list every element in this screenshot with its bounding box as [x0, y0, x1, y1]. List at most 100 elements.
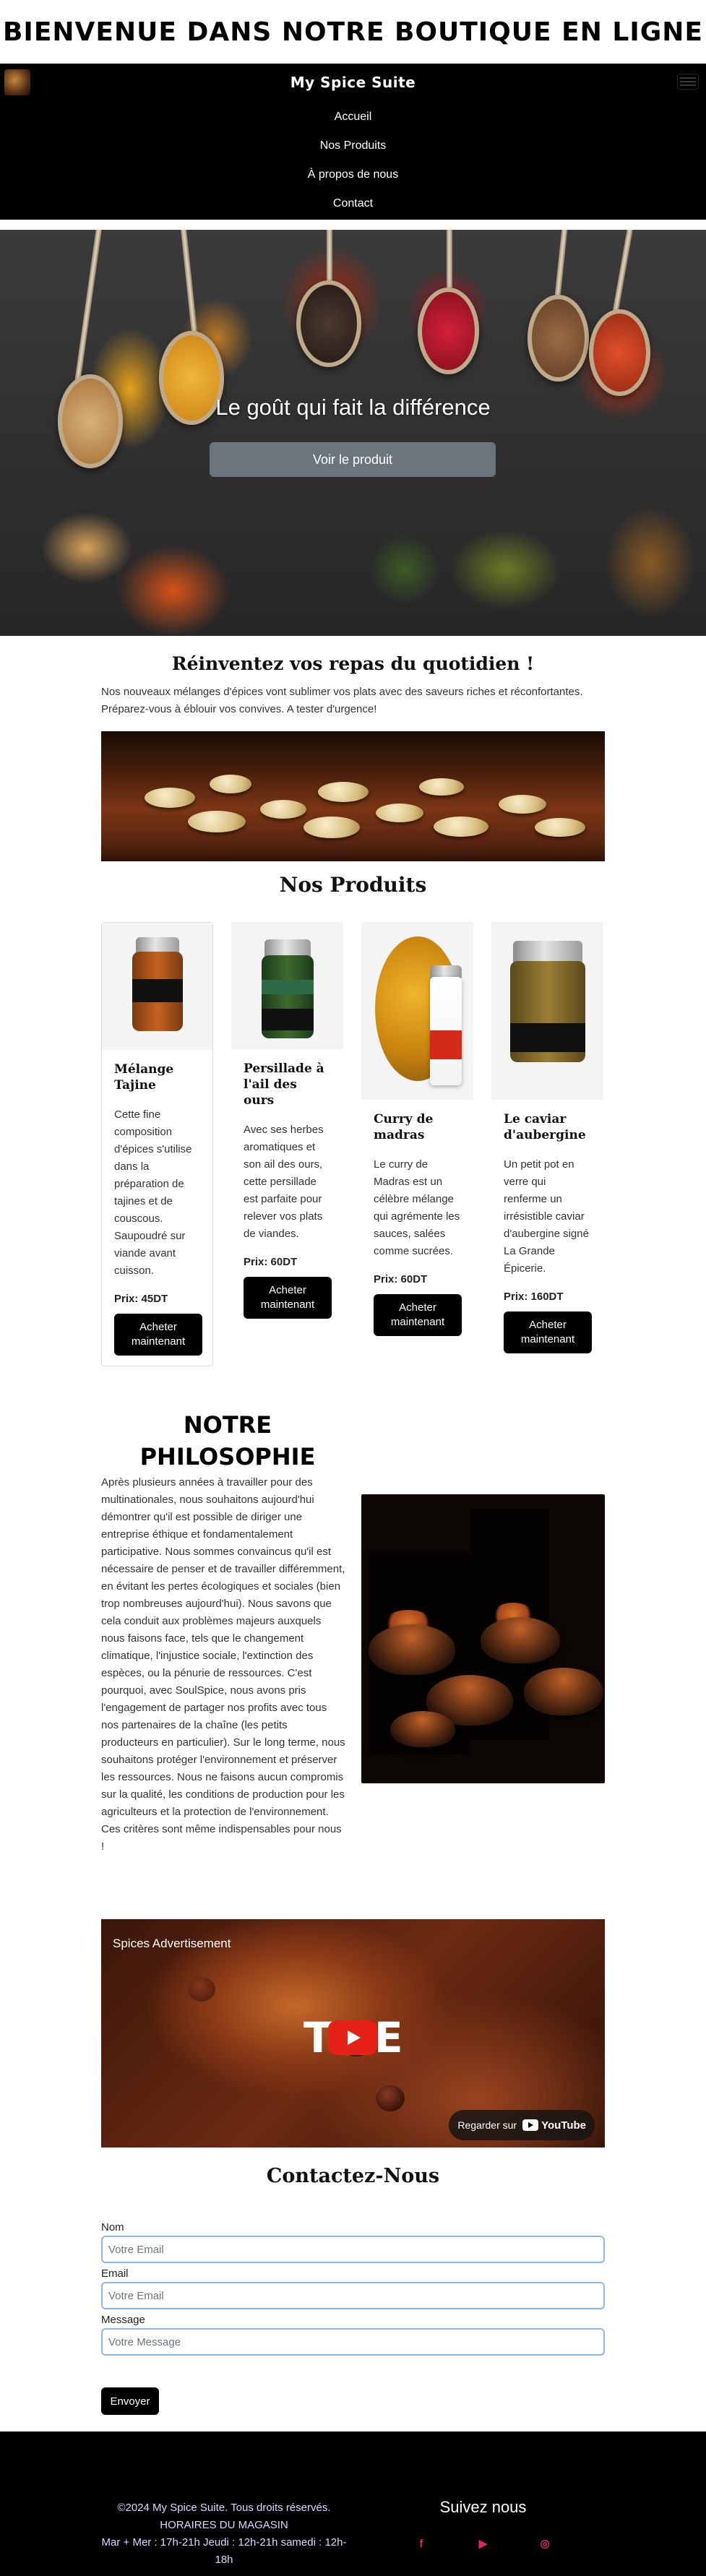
jar-label — [430, 1030, 462, 1059]
product-description: Un petit pot en verre qui renferme un ir… — [504, 1158, 589, 1275]
brand-name[interactable]: My Spice Suite — [0, 74, 706, 91]
buy-now-button[interactable]: Acheter maintenant — [244, 1277, 332, 1319]
name-field[interactable] — [101, 2236, 605, 2263]
play-icon[interactable] — [328, 2020, 377, 2055]
welcome-title: Bienvenue dans notre boutique en ligne — [2, 17, 703, 47]
spice-bowl — [390, 1711, 455, 1747]
navbar: My Spice Suite Accueil Nos Produits À pr… — [0, 64, 706, 220]
nut — [535, 818, 585, 837]
footer: ©2024 My Spice Suite. Tous droits réserv… — [0, 2431, 706, 2576]
product-title: Curry de madras — [374, 1112, 434, 1142]
nav-link-contact[interactable]: Contact — [333, 197, 373, 210]
youtube-wordmark: YouTube — [541, 2119, 586, 2132]
product-card-curry: Curry de madras Le curry de Madras est u… — [361, 922, 473, 1346]
nut — [145, 788, 195, 808]
store-hours-title: HORAIRES DU MAGASIN — [160, 2519, 288, 2531]
jar-label — [132, 979, 183, 1002]
instagram-icon[interactable]: ◎ — [535, 2534, 554, 2553]
footer-social: Suivez nous f ▶ ◎ — [361, 2498, 605, 2553]
nav-links: Accueil Nos Produits À propos de nous Co… — [0, 103, 706, 218]
nut — [210, 775, 251, 793]
product-description: Cette fine composition d'épices s'utilis… — [114, 1108, 192, 1277]
hero-carousel: Le goût qui fait la différence Voir le p… — [0, 230, 706, 636]
copyright: ©2024 My Spice Suite. Tous droits réserv… — [117, 2502, 331, 2514]
spoon-image — [589, 309, 650, 396]
menu-toggle-icon[interactable] — [677, 74, 699, 90]
spice-bowl — [369, 1624, 455, 1675]
youtube-icon — [522, 2119, 539, 2131]
intro-title: Réinventez vos repas du quotidien ! — [171, 653, 535, 674]
product-image — [231, 922, 343, 1049]
product-image — [361, 922, 473, 1100]
nut — [434, 817, 488, 837]
nuts-banner-image — [101, 731, 605, 861]
nav-link-products[interactable]: Nos Produits — [320, 139, 387, 152]
nav-link-about[interactable]: À propos de nous — [308, 168, 398, 181]
intro-text: Nos nouveaux mélanges d'épices vont subl… — [101, 686, 583, 715]
product-price: Prix: 160DT — [504, 1291, 564, 1303]
nut — [260, 800, 306, 819]
nut — [376, 804, 423, 822]
hero-caption: Le goût qui fait la différence — [0, 395, 706, 421]
product-title: Mélange Tajine — [114, 1062, 174, 1093]
jar-label — [261, 980, 314, 994]
youtube-icon[interactable]: ▶ — [473, 2534, 492, 2553]
nav-item-contact[interactable]: Contact — [0, 189, 706, 218]
social-links: f ▶ ◎ — [361, 2534, 605, 2553]
video-title[interactable]: Spices Advertisement — [113, 1937, 231, 1951]
email-field[interactable] — [101, 2282, 605, 2309]
nav-item-products[interactable]: Nos Produits — [0, 132, 706, 160]
nut — [188, 811, 246, 832]
product-image — [491, 922, 603, 1100]
product-title: Persillade à l'ail des ours — [244, 1061, 324, 1108]
spoon-image — [528, 295, 589, 382]
jar-lid — [512, 941, 582, 962]
nav-item-home[interactable]: Accueil — [0, 103, 706, 132]
video-embed[interactable]: Spices Advertisement T E Regarder sur Yo… — [101, 1919, 605, 2148]
spoon-handle — [74, 230, 103, 389]
footer-info: ©2024 My Spice Suite. Tous droits réserv… — [101, 2499, 347, 2569]
hero-title: Le goût qui fait la différence — [215, 395, 491, 420]
nav-item-about[interactable]: À propos de nous — [0, 160, 706, 189]
spoon-handle — [180, 230, 199, 345]
spoon-image — [296, 280, 361, 367]
view-product-button[interactable]: Voir le produit — [210, 442, 496, 477]
message-label: Message — [101, 2314, 145, 2326]
nut — [499, 795, 546, 814]
philosophy-title: Notre Philosophie — [139, 1411, 316, 1470]
products-title: Nos Produits — [279, 873, 427, 897]
buy-now-button[interactable]: Acheter maintenant — [374, 1294, 462, 1336]
jar-lid — [264, 939, 311, 957]
message-field[interactable] — [101, 2328, 605, 2356]
card-body: Curry de madras Le curry de Madras est u… — [361, 1100, 473, 1346]
product-card-persillade: Persillade à l'ail des ours Avec ses her… — [231, 922, 343, 1329]
email-label: Email — [101, 2267, 129, 2280]
product-description: Avec ses herbes aromatiques et son ail d… — [244, 1124, 324, 1240]
spoon-handle — [611, 230, 634, 316]
page: Bienvenue dans notre boutique en ligne M… — [0, 0, 706, 2576]
watch-label: Regarder sur — [457, 2119, 517, 2131]
spice-bowl — [481, 1617, 560, 1663]
product-image — [102, 923, 212, 1050]
welcome-banner: Bienvenue dans notre boutique en ligne — [0, 0, 706, 64]
nav-link-home[interactable]: Accueil — [335, 111, 372, 123]
jar-lid — [135, 937, 179, 953]
product-card-tajine: Mélange Tajine Cette fine composition d'… — [101, 922, 213, 1366]
card-body: Le caviar d'aubergine Un petit pot en ve… — [491, 1100, 603, 1364]
product-title: Le caviar d'aubergine — [504, 1112, 586, 1142]
buy-now-button[interactable]: Acheter maintenant — [114, 1314, 202, 1356]
jar-label — [509, 1023, 585, 1052]
product-price: Prix: 60DT — [374, 1273, 428, 1285]
facebook-icon[interactable]: f — [412, 2534, 431, 2553]
spice-bowl — [524, 1668, 603, 1715]
buy-now-button[interactable]: Acheter maintenant — [504, 1311, 592, 1353]
product-description: Le curry de Madras est un célèbre mélang… — [374, 1158, 460, 1257]
youtube-logo: YouTube — [522, 2119, 586, 2132]
send-button[interactable]: Envoyer — [101, 2387, 159, 2415]
clove — [188, 1977, 215, 2002]
watch-on-youtube-button[interactable]: Regarder sur YouTube — [449, 2110, 595, 2140]
contact-title: Contactez-Nous — [266, 2165, 440, 2187]
philosophy-text: Après plusieurs années à travailler pour… — [101, 1476, 345, 1853]
nut — [419, 778, 464, 796]
card-body: Persillade à l'ail des ours Avec ses her… — [231, 1049, 343, 1329]
